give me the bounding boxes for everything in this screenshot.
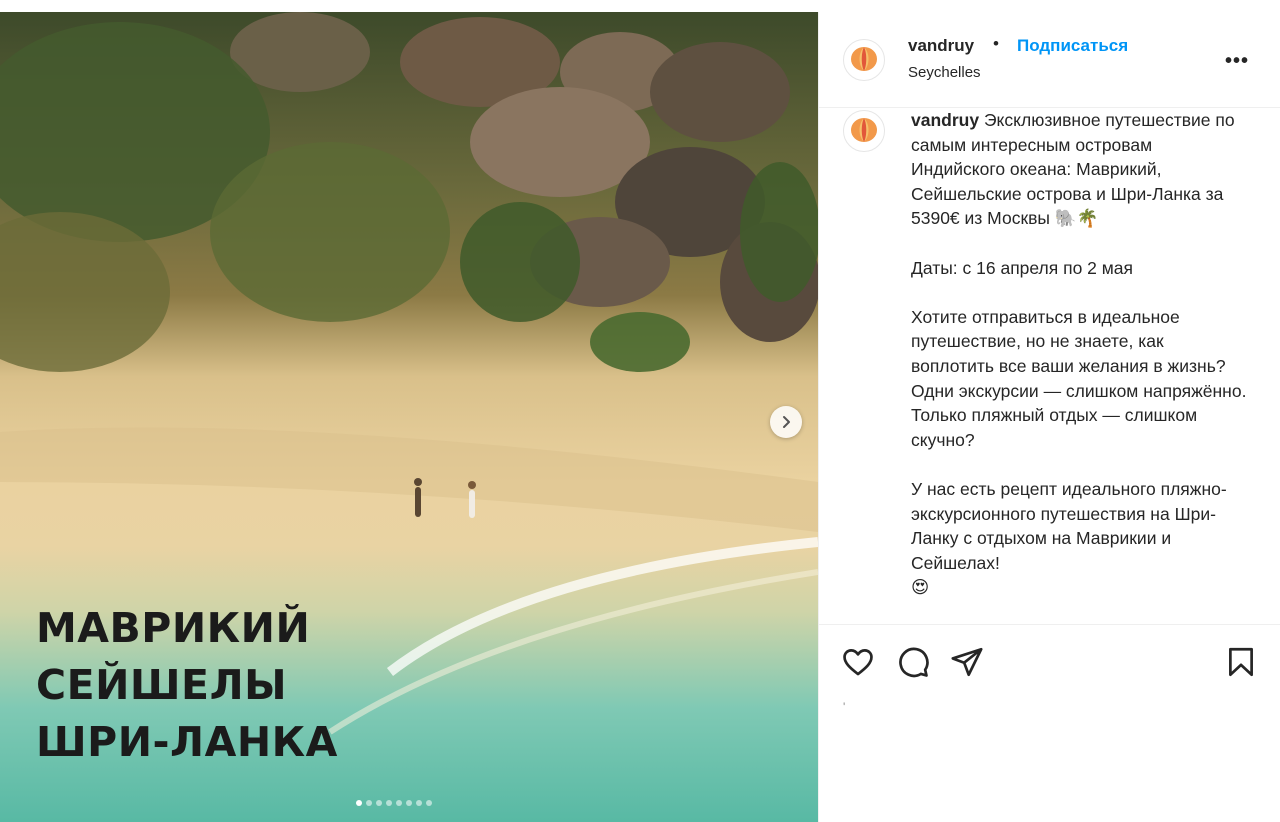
avatar[interactable] [843, 39, 885, 81]
share-button[interactable] [950, 645, 986, 681]
carousel-dot [396, 800, 402, 806]
comments-scroll-area[interactable]: vandruy Эксклюзивное путешествие по самы… [819, 108, 1280, 624]
carousel-dot [356, 800, 362, 806]
hot-air-balloon-logo-icon [851, 47, 877, 71]
heart-icon [843, 649, 873, 676]
caption-paragraph-2: Хотите отправиться в идеальное путешеств… [911, 306, 1247, 450]
like-button[interactable] [841, 645, 877, 681]
caption-paragraph-3: У нас есть рецепт идеального пляжно-экск… [911, 478, 1227, 573]
overlay-line-1: МАВРИКИЙ [36, 604, 311, 652]
carousel-dot [386, 800, 392, 806]
carousel-next-button[interactable] [770, 406, 802, 438]
carousel-dot [376, 800, 382, 806]
post-side-panel: vandruy • Подписаться Seychelles ••• van… [818, 12, 1280, 822]
overlay-line-2: СЕЙШЕЛЫ [36, 661, 288, 709]
image-overlay-title: МАВРИКИЙ СЕЙШЕЛЫ ШРИ-ЛАНКА [36, 600, 338, 771]
caption-avatar[interactable] [843, 110, 885, 152]
post-location[interactable]: Seychelles [908, 64, 981, 81]
carousel-dot [366, 800, 372, 806]
post-image[interactable]: МАВРИКИЙ СЕЙШЕЛЫ ШРИ-ЛАНКА [0, 12, 818, 822]
overlay-line-3: ШРИ-ЛАНКА [36, 718, 338, 766]
post-header: vandruy • Подписаться Seychelles ••• [819, 12, 1280, 108]
carousel-indicator [356, 800, 432, 806]
post-author-username[interactable]: vandruy [908, 36, 974, 56]
comment-bubble-icon [899, 647, 929, 678]
more-options-button[interactable]: ••• [1225, 50, 1249, 73]
carousel-dot [406, 800, 412, 806]
paper-plane-icon [951, 647, 983, 677]
caption-emoji: 😍 [911, 577, 930, 598]
header-separator: • [993, 34, 999, 53]
carousel-dot [426, 800, 432, 806]
chevron-right-icon [783, 416, 790, 428]
follow-button[interactable]: Подписаться [1017, 36, 1128, 56]
comment-button[interactable] [896, 645, 932, 681]
post-actions-bar [819, 624, 1280, 706]
hot-air-balloon-logo-icon [851, 118, 877, 142]
save-button[interactable] [1224, 645, 1260, 681]
caption-dates: Даты: с 16 апреля по 2 мая [911, 257, 1134, 278]
caption-username[interactable]: vandruy [911, 110, 979, 130]
bookmark-icon [1229, 647, 1253, 677]
likes-count-text: ' [843, 700, 846, 714]
post-caption: vandruy Эксклюзивное путешествие по самы… [911, 108, 1251, 600]
carousel-dot [416, 800, 422, 806]
